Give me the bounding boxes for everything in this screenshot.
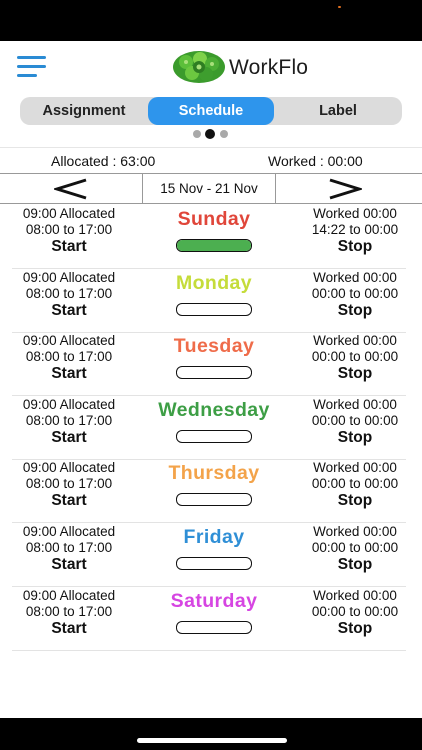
progress-bar — [176, 620, 252, 634]
worked-range: 00:00 to 00:00 — [311, 603, 399, 619]
tab-bar: Assignment Schedule Label — [20, 97, 402, 125]
worked-range: 00:00 to 00:00 — [311, 412, 399, 428]
day-row-sunday: 09:00 Allocated 08:00 to 17:00 Start Sunday… — [12, 204, 406, 269]
start-button[interactable]: Start — [14, 238, 124, 256]
worked-hours: Worked 00:00 — [313, 269, 397, 285]
allocated-hours: 09:00 Allocated — [22, 269, 116, 285]
allocated-hours: 09:00 Allocated — [22, 206, 116, 221]
worked-range: 00:00 to 00:00 — [311, 285, 399, 301]
day-name: Sunday — [177, 208, 251, 230]
day-name: Monday — [175, 271, 253, 294]
summary-bar: Allocated : 63:00 Worked : 00:00 — [0, 147, 422, 174]
allocated-range: 08:00 to 17:00 — [25, 349, 113, 365]
start-button[interactable]: Start — [14, 429, 124, 447]
logo-icon — [173, 51, 225, 83]
worked-total: Worked : 00:00 — [268, 153, 363, 169]
progress-bar — [176, 302, 252, 316]
worked-range: 14:22 to 00:00 — [311, 222, 399, 237]
progress-bar — [176, 239, 252, 252]
prev-week-button[interactable] — [0, 174, 142, 203]
page-indicator — [193, 129, 233, 139]
next-week-button[interactable] — [276, 174, 418, 203]
week-range: 15 Nov - 21 Nov — [142, 174, 276, 203]
stop-button[interactable]: Stop — [304, 238, 406, 256]
chevron-left-icon — [54, 178, 87, 200]
worked-hours: Worked 00:00 — [313, 524, 397, 539]
start-button[interactable]: Start — [14, 492, 124, 510]
worked-hours: Worked 00:00 — [313, 396, 397, 412]
allocated-range: 08:00 to 17:00 — [25, 412, 113, 428]
day-name: Wednesday — [158, 398, 270, 421]
day-row-wednesday: 09:00 Allocated 08:00 to 17:00 Start Wednes… — [12, 395, 406, 460]
start-button[interactable]: Start — [14, 556, 124, 574]
page-dot — [193, 130, 201, 138]
recording-indicator — [338, 6, 341, 8]
stop-button[interactable]: Stop — [304, 492, 406, 510]
stop-button[interactable]: Stop — [304, 365, 406, 383]
worked-range: 00:00 to 00:00 — [311, 476, 399, 492]
progress-fill — [177, 240, 251, 251]
allocated-hours: 09:00 Allocated — [22, 587, 116, 603]
tab-schedule[interactable]: Schedule — [148, 97, 274, 125]
home-indicator-area — [0, 718, 422, 750]
progress-bar — [176, 557, 252, 570]
day-row-friday: 09:00 Allocated 08:00 to 17:00 Start Friday… — [12, 522, 406, 587]
tab-assignment[interactable]: Assignment — [20, 97, 148, 125]
start-button[interactable]: Start — [14, 365, 124, 383]
worked-hours: Worked 00:00 — [313, 333, 397, 349]
progress-bar — [176, 493, 252, 507]
allocated-range: 08:00 to 17:00 — [25, 285, 113, 301]
start-button[interactable]: Start — [14, 620, 124, 638]
worked-hours: Worked 00:00 — [313, 587, 397, 603]
stop-button[interactable]: Stop — [304, 620, 406, 638]
week-navigator: 15 Nov - 21 Nov — [0, 173, 422, 204]
allocated-range: 08:00 to 17:00 — [25, 222, 113, 237]
stop-button[interactable]: Stop — [304, 429, 406, 447]
home-indicator — [137, 738, 287, 743]
progress-bar — [176, 366, 252, 380]
tab-label[interactable]: Label — [274, 97, 402, 125]
allocated-hours: 09:00 Allocated — [22, 333, 116, 349]
stop-button[interactable]: Stop — [304, 302, 406, 320]
day-name: Saturday — [170, 589, 258, 612]
day-name: Tuesday — [173, 335, 255, 358]
allocated-range: 08:00 to 17:00 — [25, 476, 113, 492]
allocated-hours: 09:00 Allocated — [22, 460, 116, 476]
start-button[interactable]: Start — [14, 302, 124, 320]
hamburger-menu-icon[interactable] — [17, 56, 46, 78]
allocated-range: 08:00 to 17:00 — [25, 603, 113, 619]
stop-button[interactable]: Stop — [304, 556, 406, 574]
day-name: Thursday — [168, 462, 260, 485]
day-row-thursday: 09:00 Allocated 08:00 to 17:00 Start Thursd… — [12, 458, 406, 524]
day-row-monday: 09:00 Allocated 08:00 to 17:00 Start Monday… — [12, 268, 406, 333]
app-title: WorkFlo — [229, 56, 309, 79]
allocated-hours: 09:00 Allocated — [22, 524, 116, 539]
day-row-saturday: 09:00 Allocated 08:00 to 17:00 Start Saturd… — [12, 586, 406, 651]
worked-range: 00:00 to 00:00 — [311, 349, 399, 365]
page-dot-active — [205, 129, 215, 139]
allocated-hours: 09:00 Allocated — [22, 396, 116, 412]
worked-hours: Worked 00:00 — [313, 206, 397, 221]
progress-bar — [176, 429, 252, 443]
allocated-total: Allocated : 63:00 — [51, 153, 156, 169]
worked-range: 00:00 to 00:00 — [311, 540, 399, 555]
day-row-tuesday: 09:00 Allocated 08:00 to 17:00 Start Tuesda… — [12, 331, 406, 397]
allocated-range: 08:00 to 17:00 — [25, 540, 113, 555]
worked-hours: Worked 00:00 — [313, 460, 397, 476]
day-name: Friday — [183, 526, 245, 548]
chevron-right-icon — [329, 178, 362, 200]
page-dot — [220, 130, 228, 138]
status-bar — [0, 0, 422, 41]
